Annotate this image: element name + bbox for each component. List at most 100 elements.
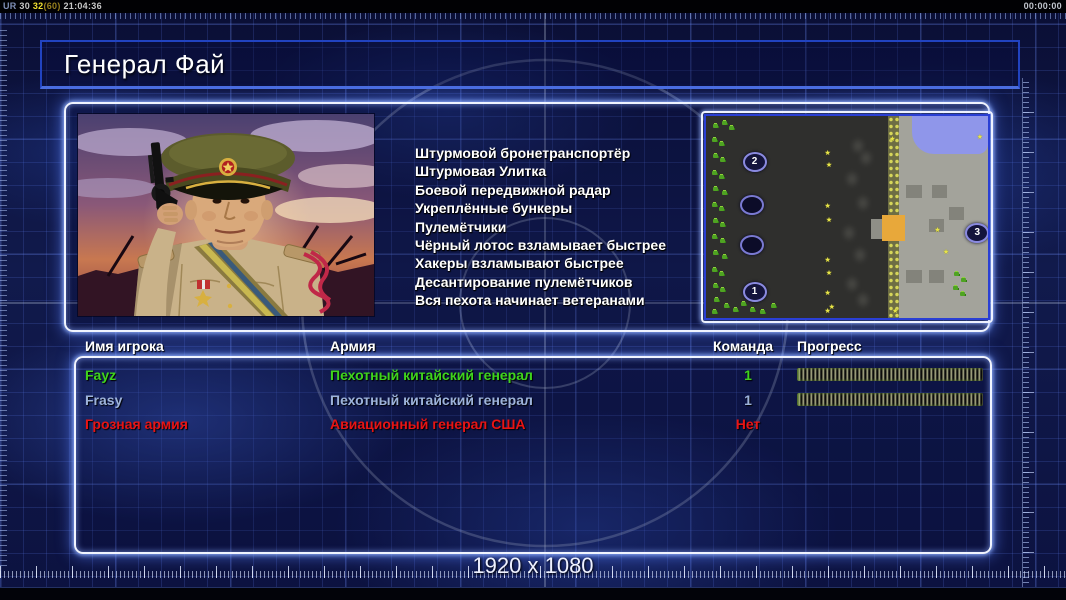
ability-item: Пулемётчики — [415, 218, 507, 235]
minimap-unit-icon — [721, 190, 727, 195]
ability-item: Чёрный лотос взламывает быстрее — [415, 237, 667, 254]
ability-item: Штурмовая Улитка — [415, 163, 547, 180]
minimap-smudge — [847, 172, 857, 185]
resolution-label: 1920 x 1080 — [472, 553, 594, 578]
player-name: Fayz — [85, 367, 117, 383]
minimap-unit-icon — [713, 283, 719, 288]
minimap-start-marker: 1 — [742, 281, 767, 302]
minimap-star-icon: ★ — [825, 269, 833, 277]
minimap-unit-icon — [952, 285, 958, 290]
minimap-start-marker: 2 — [742, 152, 767, 173]
minimap-smudge — [852, 140, 863, 153]
minimap-unit-icon — [720, 239, 726, 244]
minimap-smudge — [858, 196, 869, 209]
minimap-unit-icon — [749, 307, 755, 312]
minimap-unit-icon — [713, 219, 719, 224]
minimap-unit-icon — [759, 309, 765, 314]
player-army: Пехотный китайский генерал — [330, 367, 533, 383]
minimap-unit-icon — [711, 202, 717, 207]
ability-item: Штурмовой бронетранспортёр — [415, 145, 631, 161]
minimap-star-icon: ★ — [825, 162, 833, 170]
minimap-star-icon: ★ — [942, 249, 950, 257]
minimap-building — [928, 269, 945, 283]
player-row: Fayz Пехотный китайский генерал 1 — [74, 364, 988, 388]
minimap-start-marker — [739, 194, 764, 215]
minimap-unit-icon — [711, 170, 717, 175]
minimap-star-icon: ★ — [824, 257, 831, 265]
minimap-unit-icon — [713, 186, 719, 191]
minimap-unit-icon — [713, 124, 719, 129]
minimap-smudge — [858, 293, 869, 306]
minimap-unit-icon — [961, 277, 967, 282]
player-army: Пехотный китайский генерал — [330, 391, 533, 408]
player-team: 1 — [744, 391, 752, 408]
minimap-start-marker — [739, 235, 764, 256]
minimap-smudge — [855, 249, 866, 262]
player-name: Frasy — [85, 391, 123, 408]
player-team: 1 — [744, 367, 752, 383]
column-header-team: Команда — [713, 338, 773, 354]
minimap-star-icon: ★ — [892, 307, 899, 315]
minimap-unit-icon — [721, 255, 727, 260]
general-portrait — [78, 114, 374, 316]
minimap-unit-icon — [713, 251, 719, 256]
statusbar-left: UR 30 32(60) 21:04:36 — [3, 0, 102, 13]
page-title: Генерал Фай — [64, 49, 226, 79]
minimap-unit-icon — [732, 307, 738, 312]
player-army: Авиационный генерал США — [330, 416, 526, 432]
bottom-bar — [0, 587, 1066, 600]
minimap-star-icon: ★ — [825, 217, 833, 224]
minimap-content: ★ ★ ★ ★ ★ ★ ★ ★ ★ ★ ★ ★ ★ ★ 2 1 3 — [704, 114, 990, 320]
minimap-unit-icon — [711, 267, 717, 272]
minimap-unit-icon — [724, 303, 730, 308]
ability-item: Боевой передвижной радар — [415, 181, 611, 198]
statusbar-segment: 30 — [19, 1, 33, 11]
minimap-structure-orange — [882, 214, 905, 242]
minimap-smudge — [844, 227, 855, 240]
player-list: Fayz Пехотный китайский генерал 1 Frasy Пехо… — [74, 358, 988, 548]
minimap-star-icon: ★ — [824, 202, 831, 210]
column-header-player-name: Имя игрока — [85, 338, 164, 354]
minimap-smudge — [861, 152, 872, 165]
minimap-star-icon: ★ — [824, 150, 831, 158]
left-ruler — [0, 26, 7, 566]
minimap-unit-icon — [718, 206, 724, 211]
minimap-star-icon: ★ — [976, 134, 983, 142]
minimap-unit-icon — [718, 271, 724, 276]
minimap-unit-icon — [728, 126, 734, 131]
minimap-star-icon: ★ — [934, 227, 941, 235]
minimap-unit-icon — [741, 301, 747, 306]
minimap-unit-icon — [711, 309, 717, 314]
statusbar-segment: (60) — [43, 1, 64, 11]
minimap-unit-icon — [711, 235, 717, 240]
player-team: Нет — [735, 416, 761, 432]
minimap-unit-icon — [720, 287, 726, 292]
minimap-unit-icon — [718, 174, 724, 179]
ability-item: Хакеры взламывают быстрее — [415, 255, 624, 272]
top-ruler — [0, 13, 1066, 19]
minimap-unit-icon — [718, 142, 724, 147]
minimap-building — [948, 206, 965, 221]
player-name: Грозная армия — [85, 416, 188, 432]
player-progress-bar — [797, 392, 983, 406]
minimap-unit-icon — [721, 121, 727, 126]
player-progress-bar — [797, 368, 983, 381]
minimap-building — [906, 184, 922, 198]
minimap-building — [906, 269, 922, 283]
minimap-unit-icon — [954, 271, 960, 276]
player-row: Frasy Пехотный китайский генерал 1 — [74, 389, 988, 413]
statusbar-segment: 21:04:36 — [63, 1, 102, 11]
minimap-unit-icon — [714, 297, 720, 302]
statusbar-segment: 32 — [32, 1, 44, 11]
minimap-unit-icon — [720, 158, 726, 163]
status-bar: UR 30 32(60) 21:04:36 00:00:00 — [0, 0, 1066, 13]
title-panel: Генерал Фай — [40, 40, 1020, 89]
minimap-unit-icon — [959, 291, 965, 296]
loading-screen: UR 30 32(60) 21:04:36 00:00:00 Генерал Ф… — [0, 0, 1066, 600]
minimap-unit-icon — [770, 303, 776, 308]
column-header-army: Армия — [330, 338, 376, 354]
minimap-star-icon: ★ — [824, 307, 831, 315]
minimap-star-icon: ★ — [889, 136, 896, 144]
match-timer: 00:00:00 — [1023, 1, 1062, 11]
player-row: Грозная армия Авиационный генерал США Нет — [74, 413, 988, 437]
